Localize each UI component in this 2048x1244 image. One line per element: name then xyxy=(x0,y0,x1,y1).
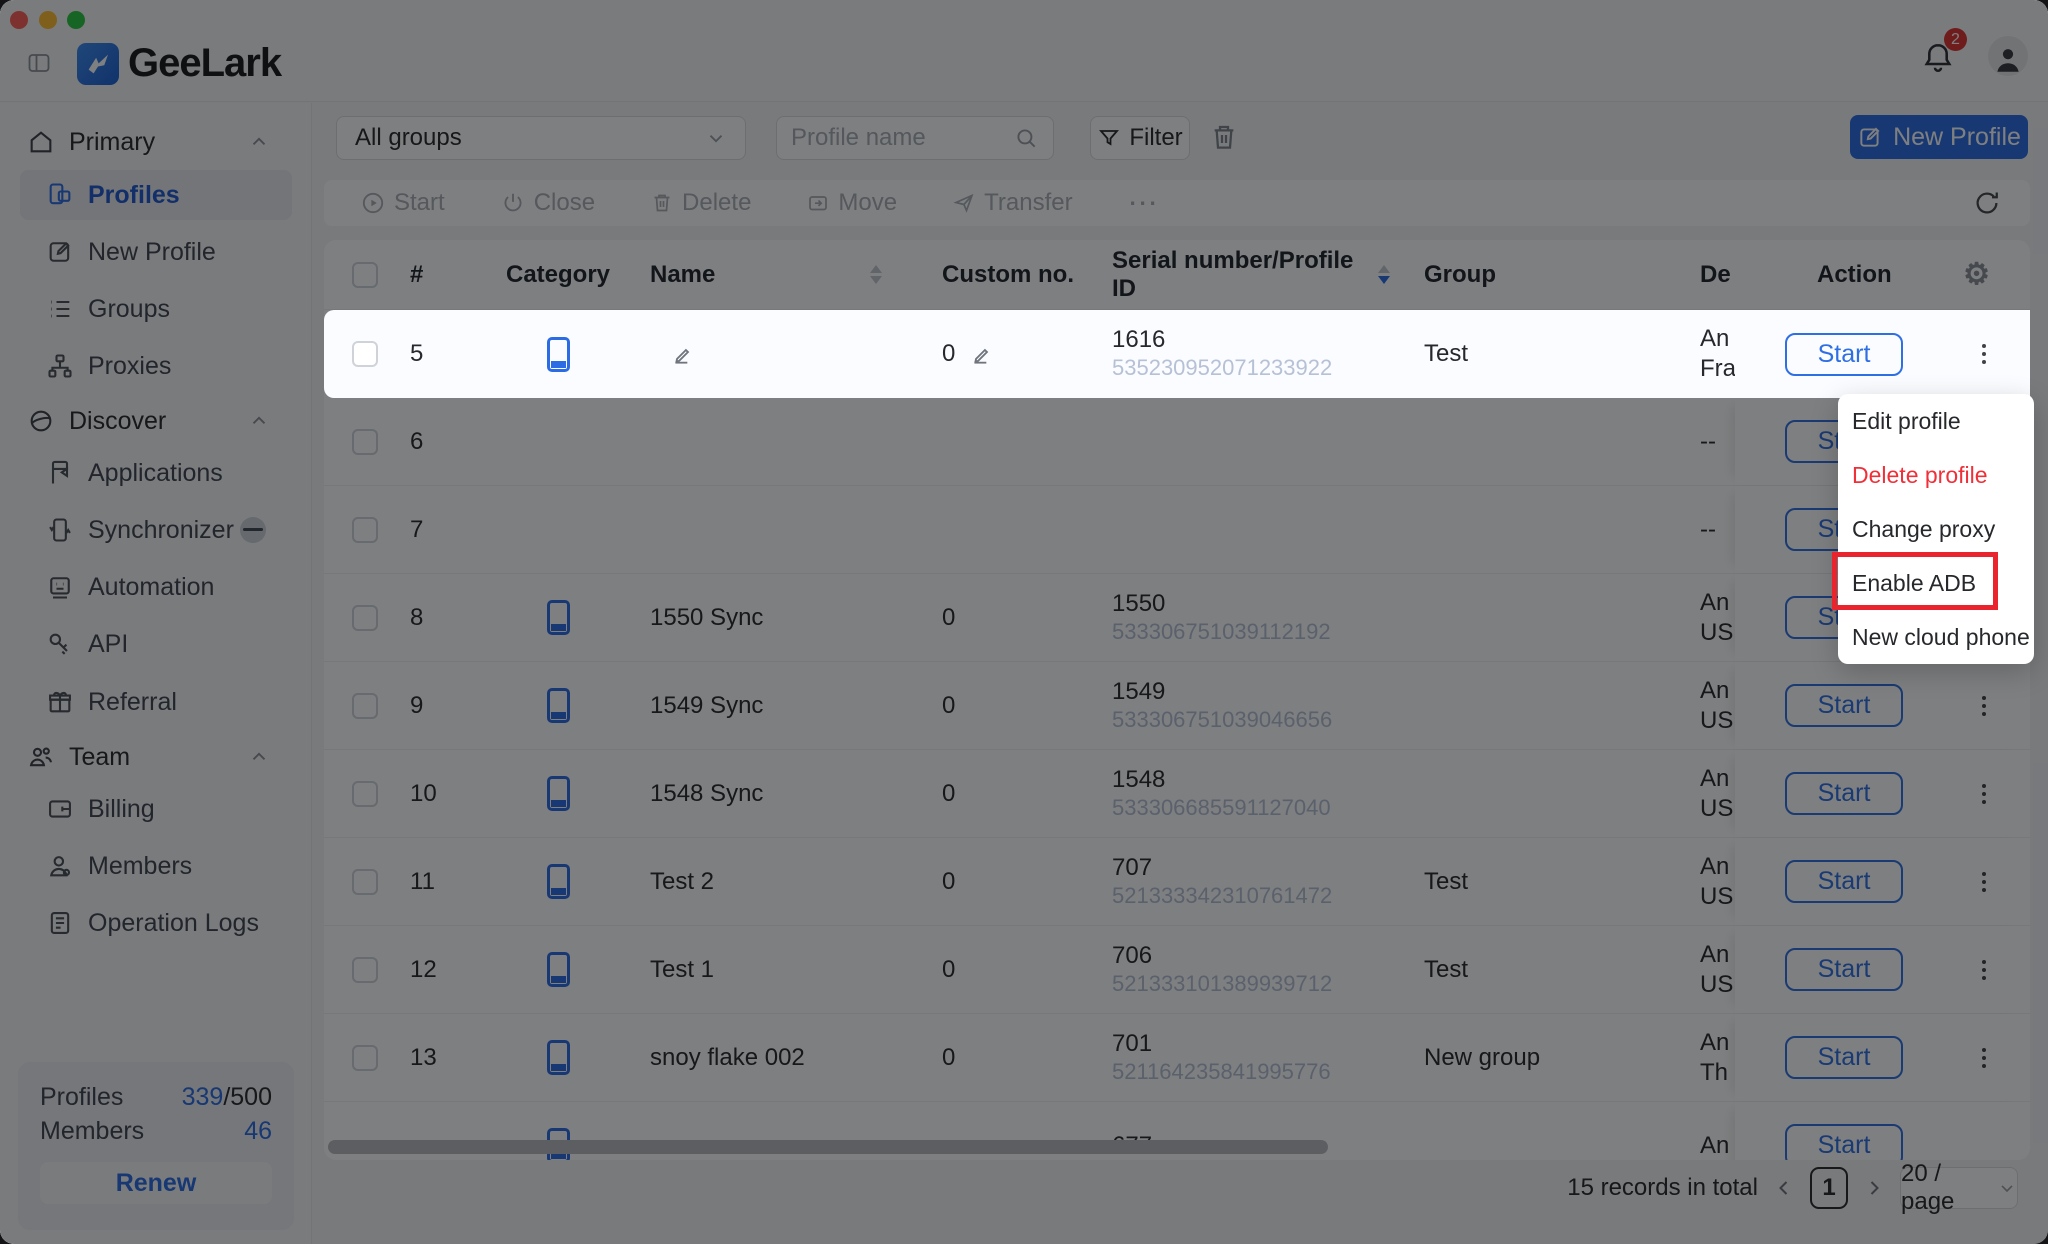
dim-overlay xyxy=(0,0,2048,1244)
start-button[interactable]: Start xyxy=(1785,333,1903,376)
app-window: GeeLark 2 Primary Profiles New Profile G… xyxy=(0,0,2048,1244)
table-row[interactable]: 5 0 1616535230952071233922 Test AnFra St… xyxy=(324,310,2030,398)
menu-item-delete-profile[interactable]: Delete profile xyxy=(1838,448,2034,502)
edit-custom-no-icon[interactable] xyxy=(969,341,995,367)
profile-id: 535230952071233922 xyxy=(1112,354,1390,382)
menu-item-edit-profile[interactable]: Edit profile xyxy=(1838,394,2034,448)
row-checkbox[interactable] xyxy=(352,341,378,367)
enable-adb-highlight-box xyxy=(1832,552,1998,610)
menu-item-new-cloud-phone[interactable]: New cloud phone xyxy=(1838,610,2034,664)
row-menu-kebab-icon[interactable] xyxy=(1982,344,1986,364)
edit-name-icon[interactable] xyxy=(670,341,696,367)
menu-item-change-proxy[interactable]: Change proxy xyxy=(1838,502,2034,556)
cloud-phone-icon xyxy=(547,337,570,372)
row-context-menu: Edit profile Delete profile Change proxy… xyxy=(1838,394,2034,664)
